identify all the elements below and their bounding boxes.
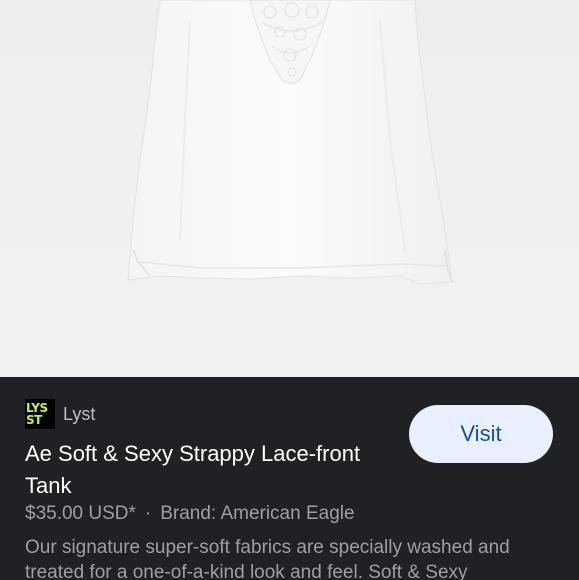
product-price: $35.00 USD* xyxy=(25,503,136,524)
product-image[interactable] xyxy=(0,0,579,377)
visit-button[interactable]: Visit xyxy=(409,405,553,463)
meta-separator: · xyxy=(144,503,152,524)
source-row[interactable]: LYS ST Lyst xyxy=(25,399,95,429)
product-brand: Brand: American Eagle xyxy=(160,503,355,524)
product-description: Our signature super-soft fabrics are spe… xyxy=(25,537,510,580)
tank-top-illustration xyxy=(0,0,579,377)
source-logo-line-2: ST xyxy=(26,413,42,427)
result-panel: LYS ST Lyst Visit Ae Soft & Sexy Strappy… xyxy=(0,377,579,580)
source-name[interactable]: Lyst xyxy=(63,404,95,425)
source-logo: LYS ST xyxy=(25,399,55,429)
product-title[interactable]: Ae Soft & Sexy Strappy Lace-front Tank xyxy=(25,438,395,502)
product-meta: $35.00 USD* · Brand: American Eagle xyxy=(25,503,355,525)
